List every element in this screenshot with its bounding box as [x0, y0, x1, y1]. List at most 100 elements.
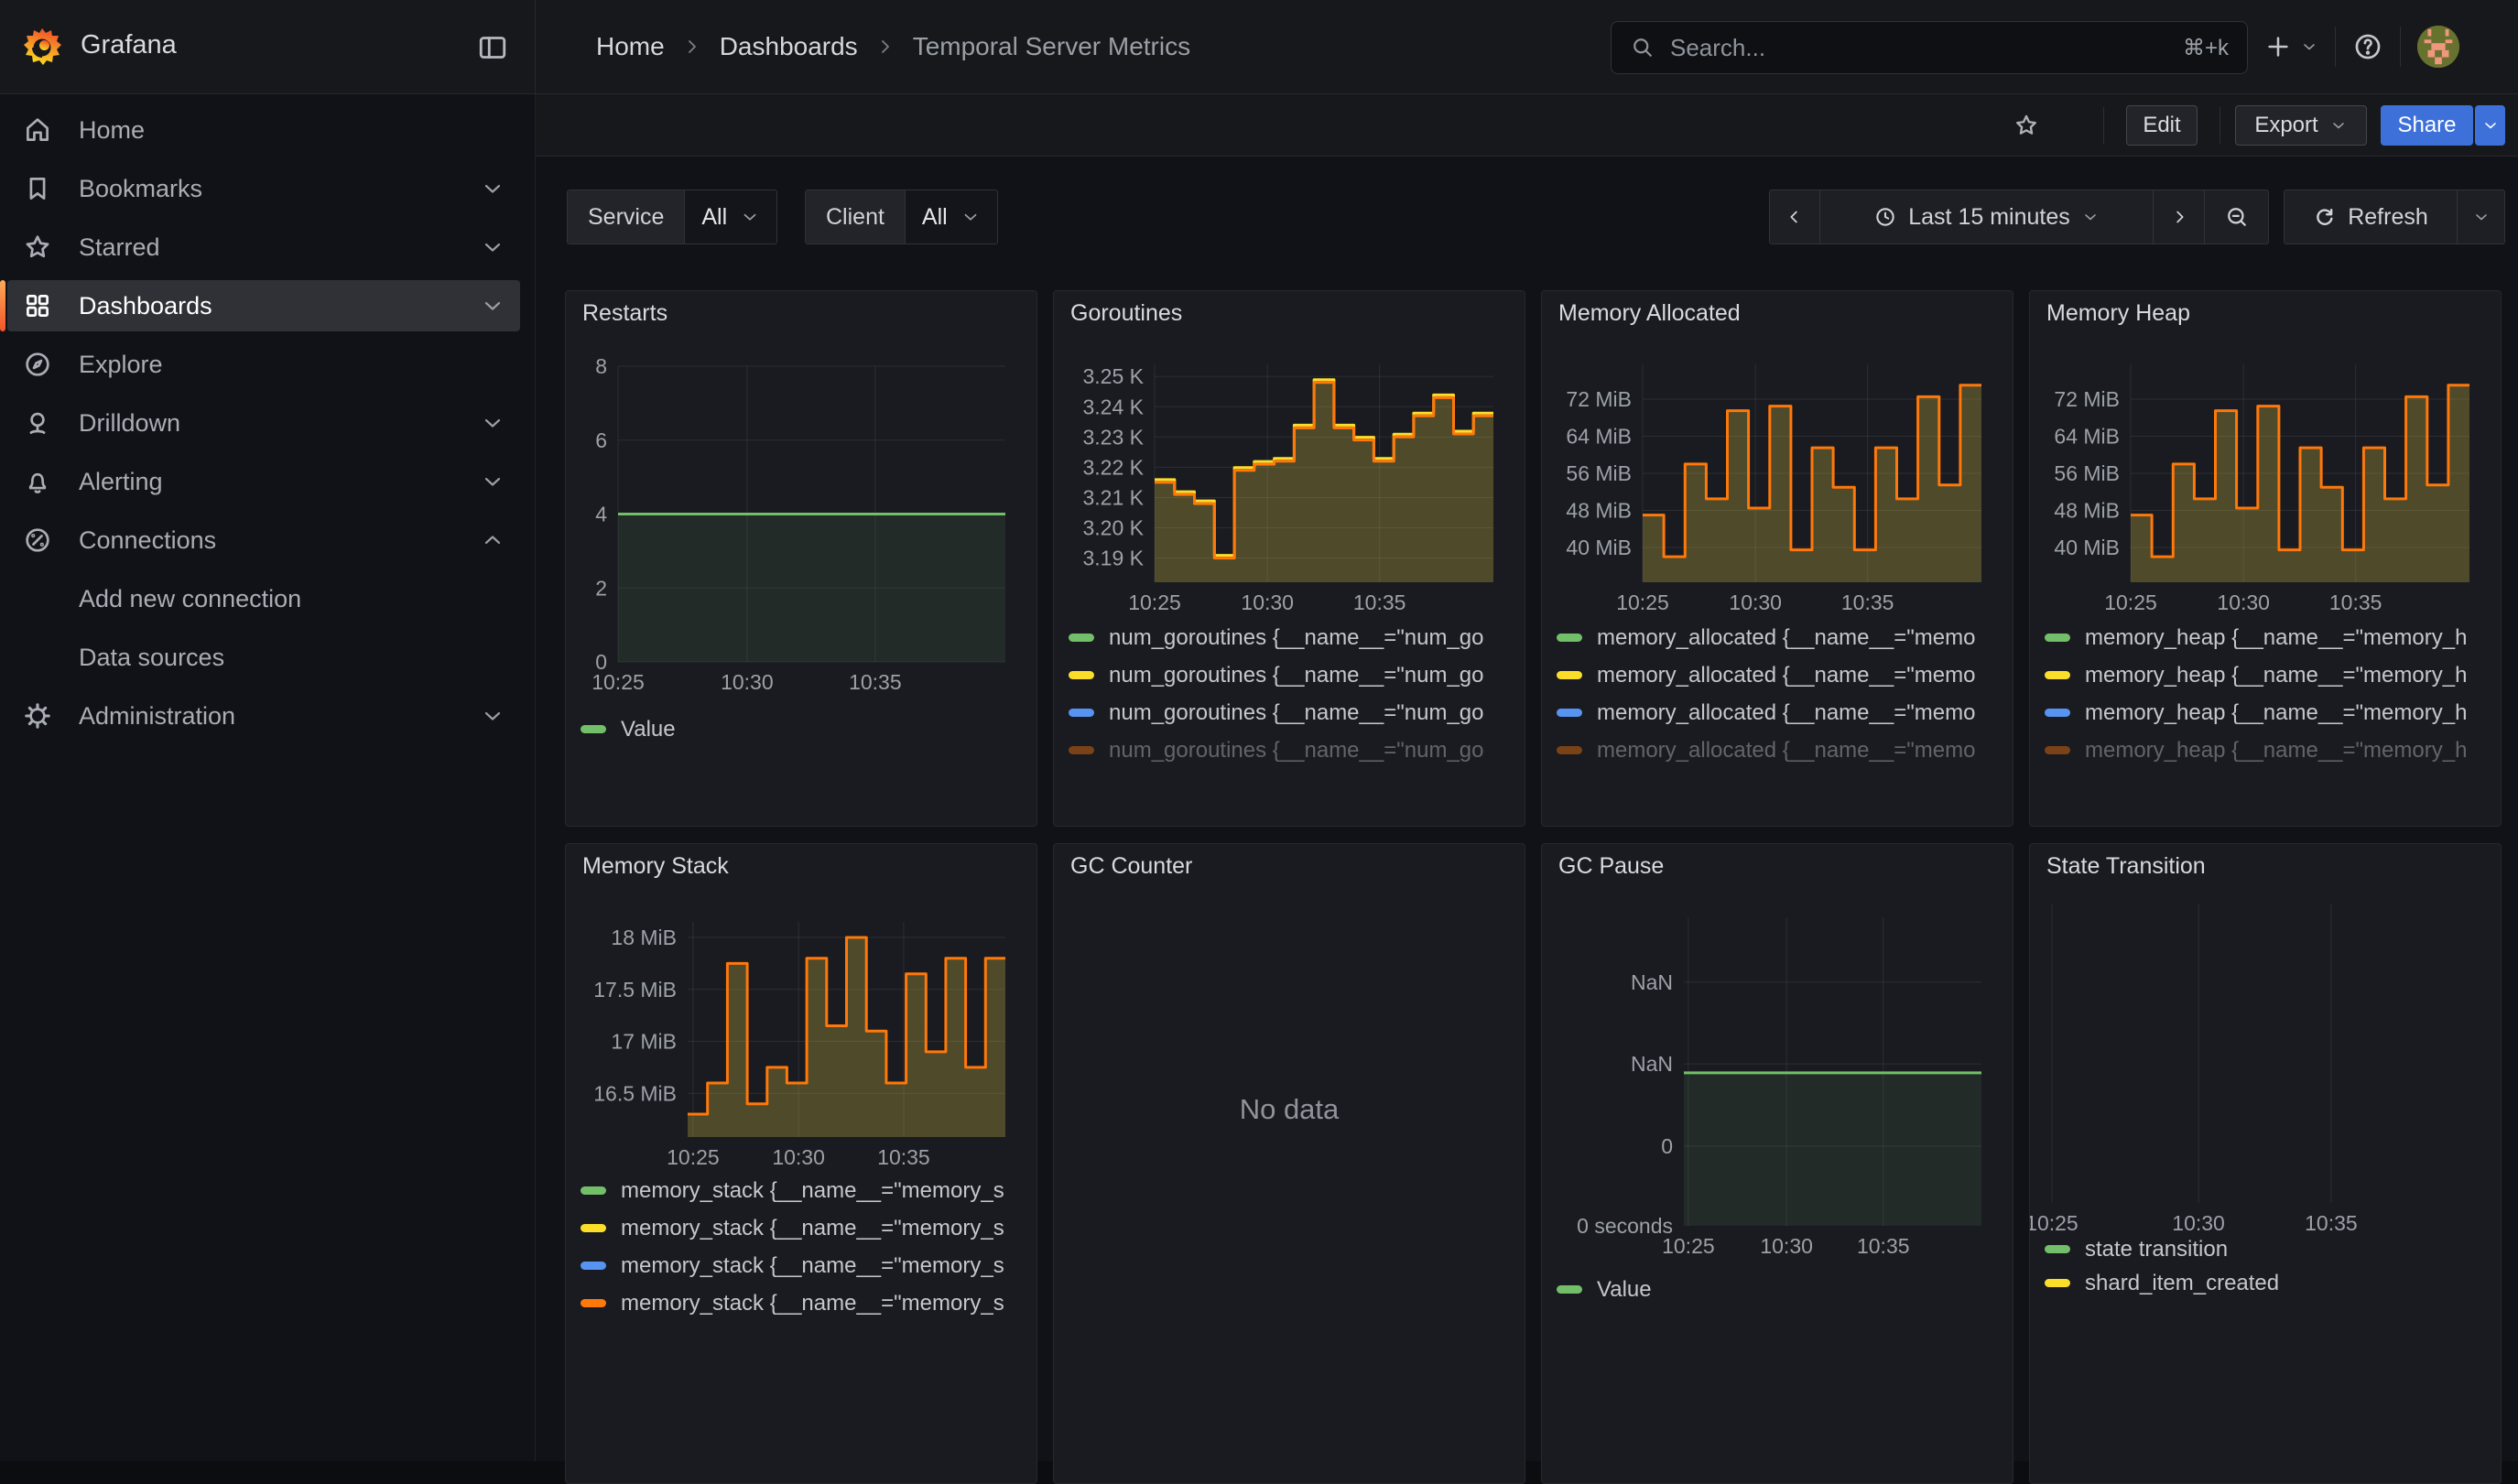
share-button[interactable]: Share — [2381, 105, 2473, 146]
legend-swatch — [1069, 634, 1094, 642]
svg-text:3.24 K: 3.24 K — [1083, 395, 1145, 418]
legend-item[interactable]: memory_allocated {__name__="memo — [1557, 731, 2005, 769]
legend-item[interactable]: memory_stack {__name__="memory_s — [581, 1247, 1029, 1284]
chevron-down-icon — [480, 469, 505, 494]
sidebar-item-home[interactable]: Home — [7, 104, 520, 156]
chevron-down-icon — [480, 410, 505, 436]
legend-item[interactable]: memory_allocated {__name__="memo — [1557, 619, 2005, 656]
svg-text:10:30: 10:30 — [2217, 590, 2270, 614]
sidebar-item-data-sources[interactable]: Data sources — [7, 632, 520, 683]
legend-item[interactable]: num_goroutines {__name__="num_go — [1069, 731, 1517, 769]
breadcrumb-dashboards[interactable]: Dashboards — [720, 32, 858, 61]
legend-item[interactable]: memory_stack {__name__="memory_s — [581, 1209, 1029, 1247]
help-button[interactable] — [2352, 31, 2383, 62]
sidebar-item-administration[interactable]: Administration — [7, 690, 520, 742]
legend-item[interactable]: Value — [581, 710, 1029, 748]
refresh-button[interactable]: Refresh — [2284, 190, 2458, 244]
legend-swatch — [1557, 634, 1582, 642]
time-forward-button[interactable] — [2154, 190, 2205, 244]
chevron-up-icon — [480, 527, 505, 553]
sidebar-item-drilldown[interactable]: Drilldown — [7, 397, 520, 449]
add-button[interactable] — [2263, 32, 2318, 61]
legend: Value — [1557, 1271, 2005, 1308]
legend-item[interactable]: Value — [1557, 1271, 2005, 1308]
chevron-right-icon — [874, 36, 896, 58]
svg-text:NaN: NaN — [1631, 1052, 1673, 1076]
client-filter[interactable]: Client All — [805, 190, 998, 244]
chevron-right-icon — [681, 36, 703, 58]
legend-label: num_goroutines {__name__="num_go — [1109, 700, 1484, 726]
service-filter[interactable]: Service All — [567, 190, 777, 244]
legend-item[interactable]: memory_heap {__name__="memory_h — [2045, 619, 2493, 656]
sidebar-item-explore[interactable]: Explore — [7, 339, 520, 390]
chevron-down-icon — [480, 703, 505, 729]
svg-text:10:35: 10:35 — [1857, 1234, 1910, 1258]
refresh-interval-button[interactable] — [2458, 190, 2505, 244]
legend-label: memory_allocated {__name__="memo — [1597, 700, 1975, 726]
legend-item[interactable]: memory_stack {__name__="memory_s — [581, 1284, 1029, 1322]
export-button[interactable]: Export — [2235, 105, 2367, 146]
svg-text:10:25: 10:25 — [1128, 590, 1181, 614]
svg-text:10:30: 10:30 — [772, 1145, 825, 1169]
avatar[interactable] — [2417, 26, 2459, 68]
sidebar-item-starred[interactable]: Starred — [7, 222, 520, 273]
legend-swatch — [581, 725, 606, 733]
svg-text:17 MiB: 17 MiB — [611, 1030, 677, 1054]
panel-title[interactable]: GC Counter — [1070, 853, 1192, 880]
zoom-out-button[interactable] — [2205, 190, 2269, 244]
search-input[interactable] — [1668, 33, 2183, 63]
legend-item[interactable]: memory_allocated {__name__="memo — [1557, 656, 2005, 694]
svg-text:56 MiB: 56 MiB — [1566, 461, 1632, 485]
legend-item[interactable]: memory_stack {__name__="memory_s — [581, 1172, 1029, 1209]
legend-item[interactable]: memory_heap {__name__="memory_h — [2045, 731, 2493, 769]
breadcrumb-home[interactable]: Home — [596, 32, 665, 61]
star-icon — [2013, 112, 2040, 139]
legend-label: num_goroutines {__name__="num_go — [1109, 625, 1484, 651]
chevron-down-icon — [480, 176, 505, 201]
search-box[interactable]: ⌘+k — [1611, 21, 2248, 74]
legend-swatch — [2045, 671, 2070, 679]
divider — [2103, 107, 2104, 144]
compass-icon — [22, 349, 53, 380]
legend-item[interactable]: num_goroutines {__name__="num_go — [1069, 656, 1517, 694]
favorite-star-button[interactable] — [2008, 107, 2045, 144]
sidebar-item-add-new-connection[interactable]: Add new connection — [7, 573, 520, 624]
legend-item[interactable]: num_goroutines {__name__="num_go — [1069, 694, 1517, 731]
legend-item[interactable]: memory_allocated {__name__="memo — [1557, 694, 2005, 731]
sidebar-item-connections[interactable]: Connections — [7, 515, 520, 566]
edit-button[interactable]: Edit — [2126, 105, 2198, 146]
svg-text:2: 2 — [595, 576, 607, 600]
legend-item[interactable]: state transition — [2045, 1232, 2493, 1266]
svg-text:10:35: 10:35 — [1841, 590, 1894, 614]
svg-text:3.20 K: 3.20 K — [1083, 516, 1145, 540]
chevron-down-icon — [2329, 116, 2348, 135]
filter-value: All — [922, 204, 948, 231]
chevron-down-icon — [480, 293, 505, 319]
no-data-message: No data — [1054, 1093, 1525, 1126]
time-range-picker[interactable]: Last 15 minutes — [1820, 190, 2154, 244]
sidebar-item-alerting[interactable]: Alerting — [7, 456, 520, 507]
legend-item[interactable]: num_goroutines {__name__="num_go — [1069, 619, 1517, 656]
dashboard-toolbar: Edit Export Share — [536, 94, 2518, 157]
legend-item[interactable]: shard_item_created — [2045, 1266, 2493, 1300]
svg-text:3.19 K: 3.19 K — [1083, 547, 1145, 570]
clock-icon — [1873, 205, 1897, 229]
svg-text:48 MiB: 48 MiB — [1566, 499, 1632, 523]
svg-text:64 MiB: 64 MiB — [2054, 424, 2120, 448]
sidebar-item-label: Explore — [79, 351, 163, 379]
legend-item[interactable]: memory_heap {__name__="memory_h — [2045, 694, 2493, 731]
legend: memory_allocated {__name__="memomemory_a… — [1557, 619, 2005, 769]
export-label: Export — [2254, 113, 2317, 138]
svg-text:16.5 MiB: 16.5 MiB — [593, 1081, 677, 1105]
time-back-button[interactable] — [1769, 190, 1820, 244]
sidebar-item-bookmarks[interactable]: Bookmarks — [7, 163, 520, 214]
svg-text:4: 4 — [595, 503, 607, 526]
panel-memory-allocated: Memory Allocated 10:2510:3010:3572 MiB64… — [1541, 290, 2013, 827]
share-dropdown-button[interactable] — [2475, 105, 2505, 146]
svg-text:72 MiB: 72 MiB — [2054, 387, 2120, 411]
svg-text:18 MiB: 18 MiB — [611, 926, 677, 949]
sidebar-item-dashboards[interactable]: Dashboards — [7, 280, 520, 331]
legend-item[interactable]: memory_heap {__name__="memory_h — [2045, 656, 2493, 694]
memory-stack-chart: 10:2510:3010:3518 MiB17.5 MiB17 MiB16.5 … — [566, 844, 1037, 1483]
sidebar-toggle-icon[interactable] — [474, 29, 511, 66]
